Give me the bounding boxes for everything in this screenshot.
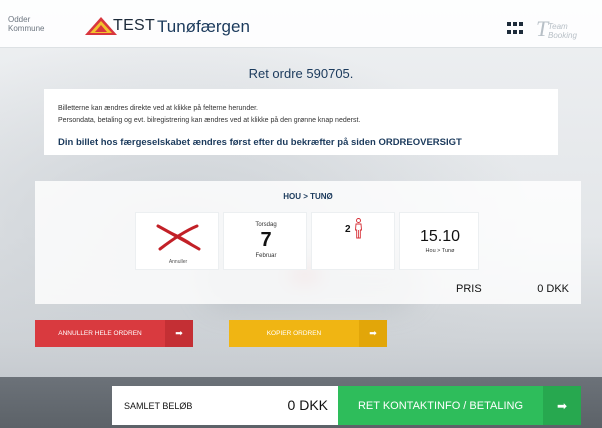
day-number: 7 (260, 229, 272, 251)
info-notice: Din billet hos færgeselskabet ændres før… (58, 137, 462, 148)
passenger-count: 2 (345, 224, 351, 235)
municipality-line1: Odder (8, 15, 31, 24)
copy-order-label: KOPIER ORDREN (266, 330, 322, 337)
environment-label: TEST (113, 17, 156, 34)
cancel-ticket-tile[interactable]: Annuller (135, 212, 219, 270)
passengers-tile[interactable]: 2 (311, 212, 395, 270)
app-title: Tunøfærgen (157, 17, 250, 36)
ticket-card: HOU > TUNØ Annuller Torsdag 7 Februar 2 … (35, 181, 581, 304)
logo-text-booking: Booking (548, 31, 577, 40)
logo-text-team: Team (548, 22, 568, 31)
arrow-right-icon: ➡ (359, 320, 387, 347)
app-header: Odder Kommune TEST Tunøfærgen T Team Boo… (0, 0, 602, 48)
cancel-order-label: ANNULLER HELE ORDREN (58, 330, 142, 337)
copy-order-button[interactable]: KOPIER ORDREN ➡ (229, 320, 387, 347)
arrow-right-icon: ➡ (165, 320, 193, 347)
page-title: Ret ordre 590705. (248, 66, 354, 81)
info-text-1: Billetterne kan ændres direkte ved at kl… (58, 105, 259, 112)
municipality-name: Odder Kommune (8, 15, 52, 33)
municipality-line2: Kommune (8, 24, 45, 33)
person-icon (355, 218, 362, 239)
arrow-right-icon: ➡ (543, 386, 581, 425)
departure-tile[interactable]: 15.10 Hou > Tunø (399, 212, 479, 270)
total-value: 0 DKK (287, 397, 328, 413)
price-label: PRIS (456, 283, 482, 295)
info-box: Billetterne kan ændres direkte ved at kl… (44, 89, 558, 155)
date-tile[interactable]: Torsdag 7 Februar (223, 212, 307, 270)
grid-icon[interactable] (507, 22, 524, 36)
departure-time: 15.10 (419, 228, 461, 245)
info-text-2: Persondata, betaling og evt. bilregistre… (58, 117, 361, 124)
price-value: 0 DKK (537, 283, 569, 295)
total-box: SAMLET BELØB 0 DKK (112, 386, 338, 425)
red-x-icon (156, 224, 201, 251)
departure-route: Hou > Tunø (425, 248, 455, 254)
total-label: SAMLET BELØB (124, 401, 193, 411)
weekday: Torsdag (255, 222, 277, 228)
cancel-label: Annuller (168, 259, 188, 265)
teambooking-logo: T Team Booking (536, 16, 577, 41)
route-heading: HOU > TUNØ (283, 192, 333, 201)
month: Februar (255, 253, 277, 259)
cancel-order-button[interactable]: ANNULLER HELE ORDREN ➡ (35, 320, 193, 347)
edit-contact-payment-button[interactable]: RET KONTAKTINFO / BETALING ➡ (338, 386, 581, 425)
edit-contact-payment-label: RET KONTAKTINFO / BETALING (338, 386, 543, 425)
